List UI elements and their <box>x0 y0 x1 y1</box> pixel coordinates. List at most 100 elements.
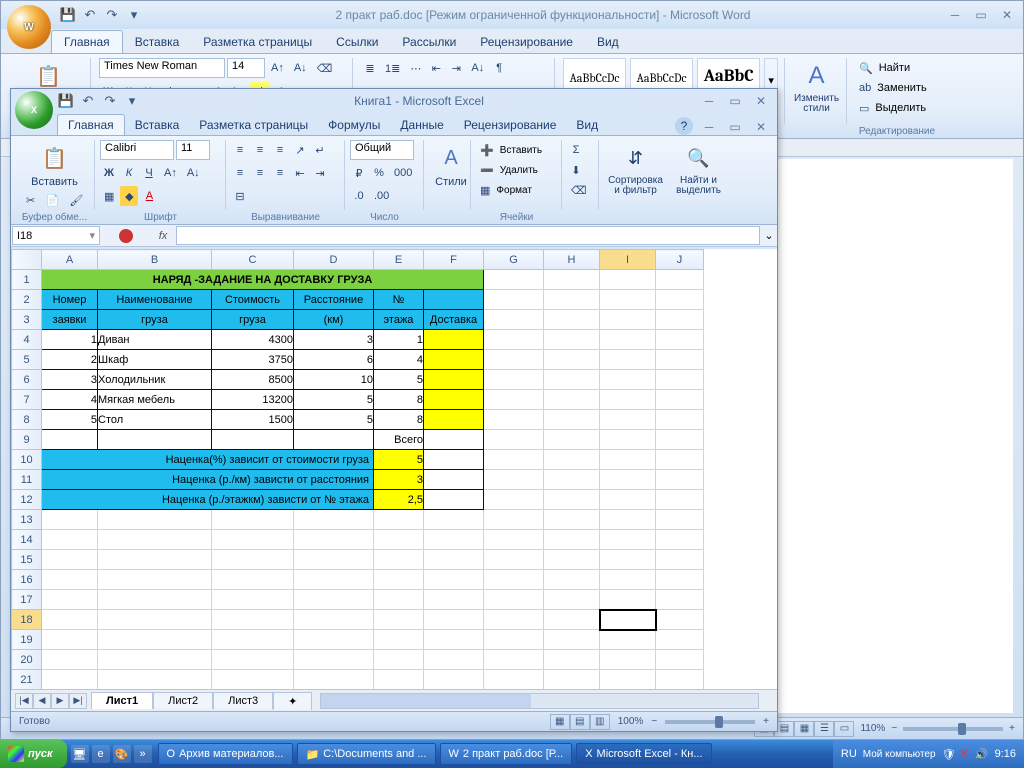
valign-b-icon[interactable]: ≡ <box>271 140 289 160</box>
shrink-font-icon[interactable]: A↓ <box>290 58 311 78</box>
undo-icon[interactable]: ↶ <box>81 6 99 24</box>
grow-font-icon[interactable]: A↑ <box>267 58 288 78</box>
tab-references[interactable]: Ссылки <box>324 31 390 53</box>
qat-more-icon[interactable]: ▾ <box>123 92 141 110</box>
find-select-button[interactable]: 🔍Найти и выделить <box>671 140 726 198</box>
format-painter-icon[interactable]: 🖌 <box>65 190 87 210</box>
dec-dec-icon[interactable]: .00 <box>370 186 393 206</box>
percent-icon[interactable]: % <box>370 163 388 183</box>
qat-more-icon[interactable]: ▾ <box>125 6 143 24</box>
underline-icon[interactable]: Ч <box>140 163 158 183</box>
indent-icon[interactable]: ⇥ <box>447 58 465 78</box>
italic-icon[interactable]: К <box>120 163 138 183</box>
multilevel-icon[interactable]: ⋯ <box>406 58 425 78</box>
merge-icon[interactable]: ⊟ <box>231 186 249 206</box>
sort-icon[interactable]: A↓ <box>467 58 488 78</box>
grid-area[interactable]: ABCDEFGHIJ1НАРЯД -ЗАДАНИЕ НА ДОСТАВКУ ГР… <box>11 249 777 689</box>
border-icon[interactable]: ▦ <box>100 186 118 206</box>
ql-paint-icon[interactable]: 🎨 <box>113 745 131 763</box>
tab-insert[interactable]: Вставка <box>123 31 192 53</box>
cancel-fx-icon[interactable] <box>119 229 133 243</box>
minimize-button[interactable]: ─ <box>697 93 721 109</box>
font-combo[interactable]: Calibri <box>100 140 174 160</box>
zoom-slider[interactable] <box>903 727 1003 731</box>
change-styles-button[interactable]: A Изменить стили <box>793 58 840 116</box>
zoom-out-icon[interactable]: − <box>891 723 897 734</box>
sheet-last-icon[interactable]: ▶| <box>69 693 87 709</box>
align-c-icon[interactable]: ≡ <box>251 163 269 183</box>
comma-icon[interactable]: 000 <box>390 163 416 183</box>
grow-font-icon[interactable]: A↑ <box>160 163 181 183</box>
h-scrollbar[interactable] <box>320 693 759 709</box>
clear-icon[interactable]: ⌫ <box>567 180 591 200</box>
bold-icon[interactable]: Ж <box>100 163 118 183</box>
fontsize-combo[interactable]: 14 <box>227 58 265 78</box>
mdi-min-button[interactable]: ─ <box>697 119 721 135</box>
paste-button[interactable]: 📋Вставить <box>19 140 90 190</box>
currency-icon[interactable]: ₽ <box>350 163 368 183</box>
name-box[interactable]: I18▾ <box>12 226 100 245</box>
clock[interactable]: 9:16 <box>995 748 1016 760</box>
align-l-icon[interactable]: ≡ <box>231 163 249 183</box>
zoom-out-icon[interactable]: − <box>651 716 657 727</box>
office-orb-word[interactable]: W <box>7 5 51 49</box>
close-button[interactable]: ✕ <box>749 93 773 109</box>
sheet-prev-icon[interactable]: ◀ <box>33 693 51 709</box>
orient-icon[interactable]: ↗ <box>291 140 309 160</box>
word-zoom[interactable]: 110% <box>860 723 885 734</box>
shrink-font-icon[interactable]: A↓ <box>183 163 204 183</box>
taskbar-item[interactable]: OАрхив материалов... <box>158 743 293 765</box>
valign-t-icon[interactable]: ≡ <box>231 140 249 160</box>
inc-dec-icon[interactable]: .0 <box>350 186 368 206</box>
expand-fx-icon[interactable]: ⌄ <box>761 225 777 246</box>
sort-filter-button[interactable]: ⇵Сортировка и фильтр <box>604 140 667 198</box>
fill-icon[interactable]: ◆ <box>120 186 138 206</box>
minimize-button[interactable]: ─ <box>943 7 967 23</box>
bullets-icon[interactable]: ≣ <box>361 58 379 78</box>
tab-review[interactable]: Рецензирование <box>454 115 567 135</box>
sheet-first-icon[interactable]: |◀ <box>15 693 33 709</box>
tab-view[interactable]: Вид <box>585 31 631 53</box>
save-icon[interactable]: 💾 <box>59 6 77 24</box>
view-outline-icon[interactable]: ☰ <box>814 721 834 737</box>
formula-bar[interactable] <box>176 226 760 245</box>
start-button[interactable]: пуск <box>0 740 67 768</box>
numfmt-combo[interactable]: Общий <box>350 140 414 160</box>
tab-layout[interactable]: Разметка страницы <box>191 31 324 53</box>
taskbar-item[interactable]: 📁C:\Documents and ... <box>297 743 436 765</box>
replace-icon[interactable]: ab <box>855 78 875 98</box>
insert-cells-icon[interactable]: ➕ <box>476 140 498 160</box>
tab-insert[interactable]: Вставка <box>125 115 190 135</box>
undo-icon[interactable]: ↶ <box>79 92 97 110</box>
view-web-icon[interactable]: ▦ <box>794 721 814 737</box>
select-link[interactable]: Выделить <box>875 102 926 114</box>
redo-icon[interactable]: ↷ <box>101 92 119 110</box>
sheet-tab[interactable]: Лист1 <box>91 692 153 709</box>
tab-view[interactable]: Вид <box>566 115 608 135</box>
sheet-tab[interactable]: Лист2 <box>153 692 213 709</box>
tab-home[interactable]: Главная <box>51 30 123 53</box>
wrap-icon[interactable]: ↵ <box>311 140 329 160</box>
delete-cells-icon[interactable]: ➖ <box>476 160 498 180</box>
fill-down-icon[interactable]: ⬇ <box>567 160 585 180</box>
office-orb-excel[interactable]: X <box>15 91 53 129</box>
sheet-next-icon[interactable]: ▶ <box>51 693 69 709</box>
mdi-close-button[interactable]: ✕ <box>749 119 773 135</box>
ql-desktop-icon[interactable]: 🖥 <box>71 745 89 763</box>
restore-button[interactable]: ▭ <box>723 93 747 109</box>
fontsize-combo[interactable]: 11 <box>176 140 210 160</box>
ql-more-icon[interactable]: » <box>134 745 152 763</box>
tray-kaspersky-icon[interactable]: K <box>962 748 969 760</box>
insert-link[interactable]: Вставить <box>500 145 542 156</box>
format-link[interactable]: Формат <box>496 185 532 196</box>
find-icon[interactable]: 🔍 <box>855 58 877 78</box>
view-layout-icon[interactable]: ▤ <box>570 714 590 730</box>
select-icon[interactable]: ▭ <box>855 98 873 118</box>
redo-icon[interactable]: ↷ <box>103 6 121 24</box>
taskbar-item[interactable]: XMicrosoft Excel - Кн... <box>576 743 711 765</box>
mycomputer-link[interactable]: Мой компьютер <box>863 749 936 760</box>
view-normal-icon[interactable]: ▦ <box>550 714 570 730</box>
outdent-icon[interactable]: ⇤ <box>291 163 309 183</box>
autosum-icon[interactable]: Σ <box>567 140 585 160</box>
font-combo[interactable]: Times New Roman <box>99 58 225 78</box>
